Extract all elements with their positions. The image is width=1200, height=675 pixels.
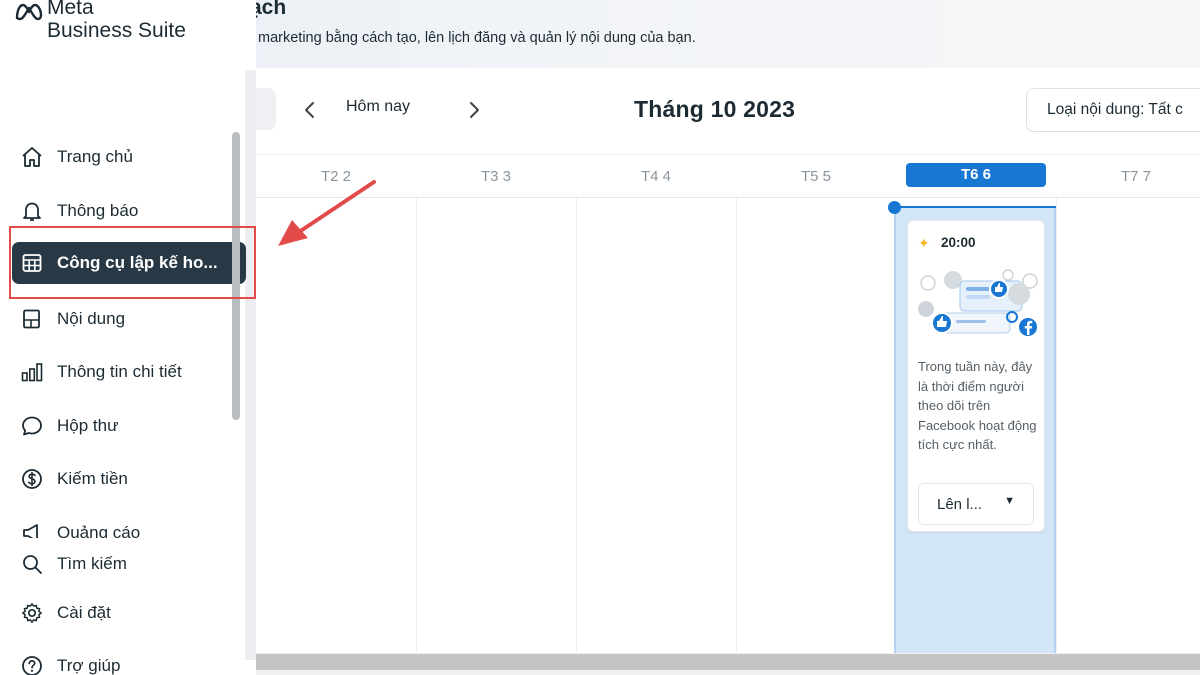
tip-description: Trong tuần này, đây là thời điểm người t… [918,359,1037,452]
meta-logo-icon [15,3,43,21]
day-header-fri-active[interactable]: T6 6 [906,163,1046,187]
current-time-dot [888,201,901,214]
chat-bubble-icon [22,416,42,436]
content-type-dropdown[interactable]: Loại nội dung: Tất c [1026,88,1200,132]
sidebar-item-settings[interactable]: Cài đặt [12,592,246,634]
today-button[interactable]: Hôm nay [346,98,410,116]
sidebar-item-label: Hộp thư [57,416,119,435]
sidebar-item-help[interactable]: Trợ giúp [12,645,246,675]
audience-illustration-icon [918,269,1038,336]
view-toggle-edge[interactable] [256,88,276,130]
day-header-tue[interactable]: T3 3 [416,155,576,199]
dollar-icon [22,469,42,489]
bar-chart-icon [21,363,43,382]
calendar-toolbar: Hôm nay Tháng 10 2023 Loại nội dung: Tất… [256,68,1200,154]
grid-line [1056,198,1057,653]
content-icon [23,309,40,329]
sidebar-edge [245,70,256,660]
sparkle-icon: ✦ [918,235,930,251]
caret-down-icon: ▼ [1004,495,1015,507]
next-week-button[interactable] [462,98,486,122]
sidebar-item-monetization[interactable]: Kiếm tiền [12,458,246,500]
grid-line [416,198,417,653]
sidebar-item-content[interactable]: Nội dung [12,298,246,340]
logo-text-suite: Business Suite [47,19,186,42]
chevron-left-icon [305,102,314,118]
help-icon [22,656,42,675]
calendar-grid: ✦ 20:00 Trong tuần này, đây là thời điểm… [256,198,1200,653]
grid-line [576,198,577,653]
sidebar-item-label: Trợ giúp [57,656,121,675]
day-header-sat[interactable]: T7 7 [1056,155,1200,199]
home-icon [22,147,42,167]
sidebar-item-label: Nội dung [57,309,126,328]
day-header-wed[interactable]: T4 4 [576,155,736,199]
sidebar-item-label: Tìm kiếm [57,554,127,573]
sidebar-item-label: Kiếm tiền [57,469,128,488]
horizontal-scrollbar[interactable] [256,653,1200,675]
logo-text-meta: Meta [47,0,94,19]
day-header-thu[interactable]: T5 5 [736,155,896,199]
search-icon [23,555,42,574]
sidebar-item-insights[interactable]: Thông tin chi tiết [12,351,246,393]
schedule-button-label: Lên l... [937,496,983,513]
tip-time: 20:00 [941,235,976,250]
annotation-arrow-icon [278,180,376,246]
sidebar-item-label: Cài đặt [57,603,111,622]
sidebar-item-label: Thông báo [57,201,139,220]
day-header-row: T2 2 T3 3 T4 4 T5 5 T6 6 T7 7 [256,154,1200,198]
sidebar-item-label: Trang chủ [57,147,133,166]
gear-icon [22,603,42,623]
page-subtitle: marketing bằng cách tạo, lên lịch đăng v… [258,30,696,46]
schedule-post-button[interactable]: Lên l... ▼ [918,483,1034,525]
sidebar: Meta Business Suite Trang chủ Thông báo … [0,0,256,675]
grid-line [736,198,737,653]
sidebar-item-home[interactable]: Trang chủ [12,136,246,178]
horizontal-scrollbar-thumb[interactable] [256,654,1200,670]
sidebar-item-label: Thông tin chi tiết [57,362,182,381]
chevron-right-icon [470,102,479,118]
annotation-highlight-box [9,226,256,299]
bell-icon [23,202,41,221]
sidebar-item-search[interactable]: Tìm kiếm [12,543,246,585]
sidebar-item-inbox[interactable]: Hộp thư [12,405,246,447]
month-title: Tháng 10 2023 [634,96,796,122]
previous-week-button[interactable] [298,98,322,122]
best-time-tip-card: ✦ 20:00 Trong tuần này, đây là thời điểm… [907,220,1045,532]
current-time-line [896,206,1056,208]
